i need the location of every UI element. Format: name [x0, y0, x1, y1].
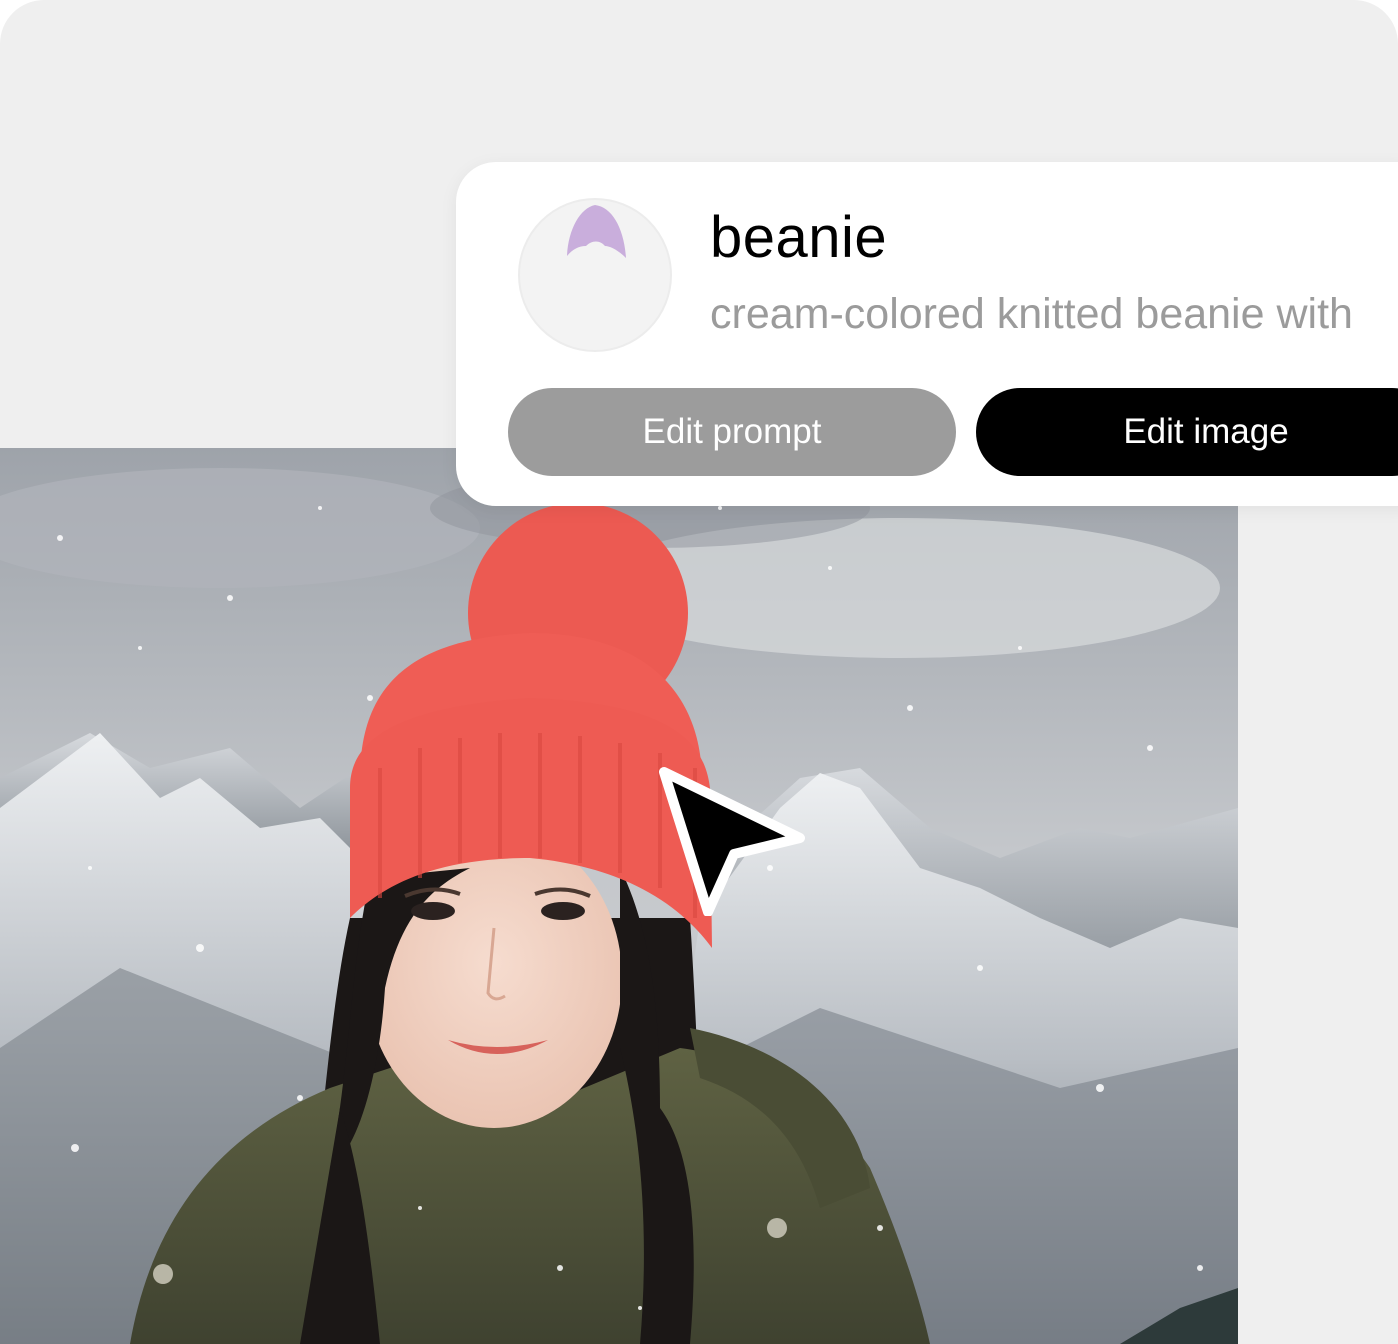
- edit-image-button[interactable]: Edit image: [976, 388, 1398, 476]
- item-card: beanie cream-colored knitted beanie with…: [456, 162, 1398, 506]
- edited-photo[interactable]: [0, 448, 1238, 1344]
- beanie-icon: [567, 205, 626, 258]
- arrow-cursor-icon: [656, 766, 806, 921]
- item-description: cream-colored knitted beanie with: [710, 290, 1353, 338]
- item-title: beanie: [710, 205, 888, 270]
- item-thumbnail: [518, 198, 672, 352]
- edit-prompt-button[interactable]: Edit prompt: [508, 388, 956, 476]
- editor-panel: beanie cream-colored knitted beanie with…: [0, 0, 1398, 1344]
